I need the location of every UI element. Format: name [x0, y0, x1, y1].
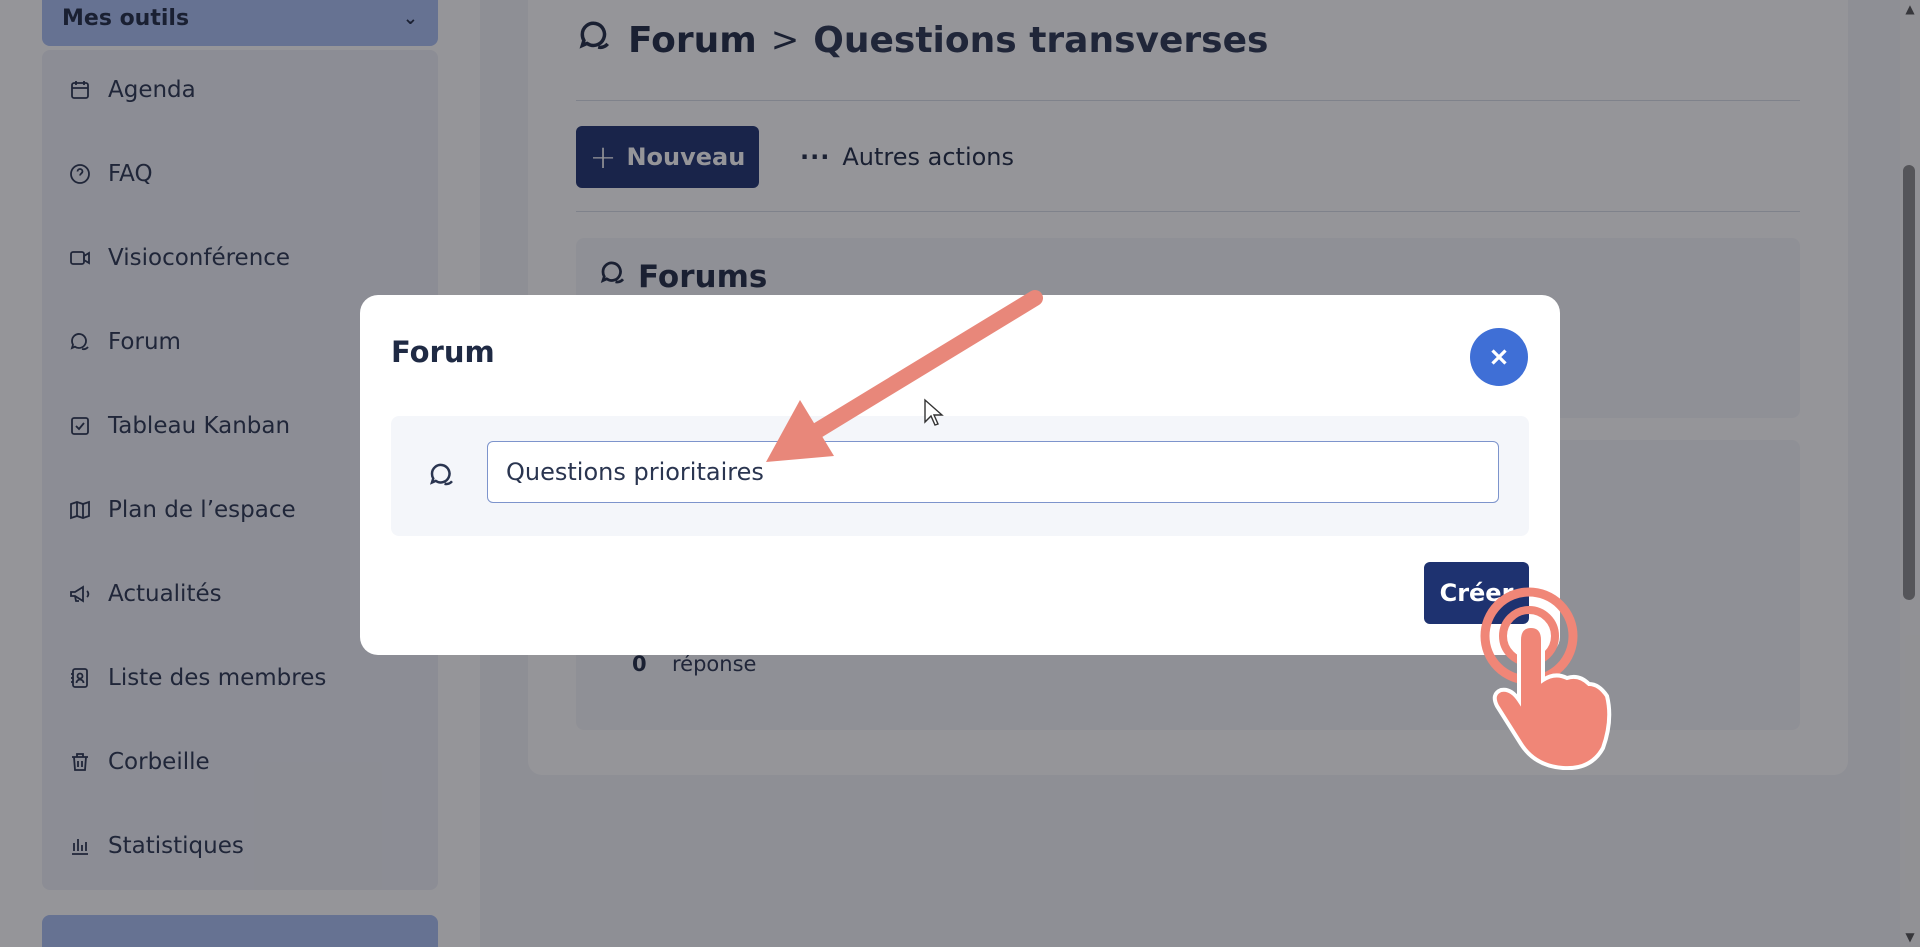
forum-name-input[interactable]: [487, 441, 1499, 503]
modal-title: Forum: [391, 335, 495, 369]
close-icon: [1491, 349, 1507, 365]
tap-hand-icon: [1480, 587, 1612, 770]
chat-bubbles-icon: [427, 460, 459, 492]
mouse-cursor-icon: [924, 398, 944, 426]
forum-name-field-area: [391, 416, 1529, 536]
close-button[interactable]: [1470, 328, 1528, 386]
forum-modal: Forum Créer: [360, 295, 1560, 655]
